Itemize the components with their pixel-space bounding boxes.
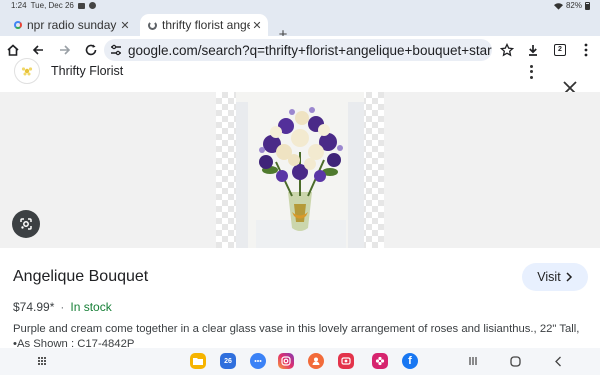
tab-title: npr radio sunday m: [27, 18, 118, 32]
calendar-day: 26: [224, 357, 232, 365]
loading-spinner-icon: [148, 20, 157, 30]
product-description: Purple and cream come together in a clea…: [13, 323, 580, 348]
tab-switcher-button[interactable]: 2: [550, 40, 570, 60]
home-nav-icon[interactable]: [508, 354, 522, 368]
status-date: Tue, Dec 26: [30, 1, 74, 10]
separator-dot: ·: [60, 300, 65, 314]
battery-icon: [585, 1, 590, 10]
tab-npr-radio[interactable]: npr radio sunday m ✕: [6, 14, 136, 36]
stock-status: In stock: [70, 300, 112, 314]
visit-label: Visit: [537, 270, 561, 284]
chevron-right-icon: [566, 272, 572, 282]
screen-recorder-icon[interactable]: [338, 353, 354, 369]
calendar-icon[interactable]: 26: [220, 353, 236, 369]
facebook-icon[interactable]: f: [402, 353, 418, 369]
tab-title: thrifty florist angel: [162, 18, 250, 32]
close-tab-icon[interactable]: ✕: [118, 19, 132, 32]
download-icon[interactable]: [523, 40, 543, 60]
wifi-icon: [553, 2, 563, 10]
contacts-icon[interactable]: [308, 353, 324, 369]
status-bar: 1:24 Tue, Dec 26 82%: [0, 0, 600, 12]
product-image[interactable]: [236, 92, 364, 248]
forward-icon[interactable]: [55, 40, 75, 60]
more-options-icon[interactable]: [524, 64, 538, 80]
instagram-icon[interactable]: [278, 353, 294, 369]
google-lens-button[interactable]: [12, 210, 40, 238]
address-bar[interactable]: google.com/search?q=thrifty+florist+ange…: [104, 39, 492, 61]
product-title: Angelique Bouquet: [13, 268, 149, 285]
product-image-area: [0, 92, 600, 248]
tab-thrifty-florist[interactable]: thrifty florist angel ✕: [140, 14, 268, 36]
merchant-name: Thrifty Florist: [51, 64, 124, 78]
app-notification-icon: [88, 2, 96, 9]
files-icon[interactable]: [190, 353, 206, 369]
home-icon[interactable]: [3, 40, 23, 60]
close-tab-icon[interactable]: ✕: [250, 19, 264, 32]
price-stock-row: $74.99* · In stock: [13, 300, 112, 314]
merchant-header: Thrifty Florist: [0, 58, 600, 95]
product-price: $74.99*: [13, 300, 55, 314]
flower-app-icon[interactable]: [372, 353, 388, 369]
status-time: 1:24: [11, 1, 27, 10]
back-icon[interactable]: [28, 40, 48, 60]
tab-count: 2: [554, 44, 566, 56]
browser-toolbar: google.com/search?q=thrifty+florist+ange…: [0, 36, 600, 64]
bookmark-star-icon[interactable]: [497, 40, 517, 60]
recents-icon[interactable]: [466, 354, 480, 368]
messages-icon[interactable]: [250, 353, 266, 369]
system-nav-bar: 26 f: [0, 348, 600, 375]
app-drawer-icon[interactable]: [38, 357, 47, 366]
gallery-notification-icon: [77, 2, 85, 9]
lens-icon: [20, 218, 32, 230]
browser-menu-icon[interactable]: [576, 40, 596, 60]
battery-percent: 82%: [565, 1, 582, 10]
url-text: google.com/search?q=thrifty+florist+ange…: [128, 42, 492, 58]
site-settings-icon[interactable]: [110, 44, 122, 56]
tab-strip: npr radio sunday m ✕ thrifty florist ang…: [0, 12, 600, 43]
reload-icon[interactable]: [81, 40, 101, 60]
merchant-logo-icon: [14, 58, 40, 84]
back-nav-icon[interactable]: [551, 354, 565, 368]
google-favicon-icon: [14, 21, 22, 29]
visit-button[interactable]: Visit: [522, 263, 588, 291]
